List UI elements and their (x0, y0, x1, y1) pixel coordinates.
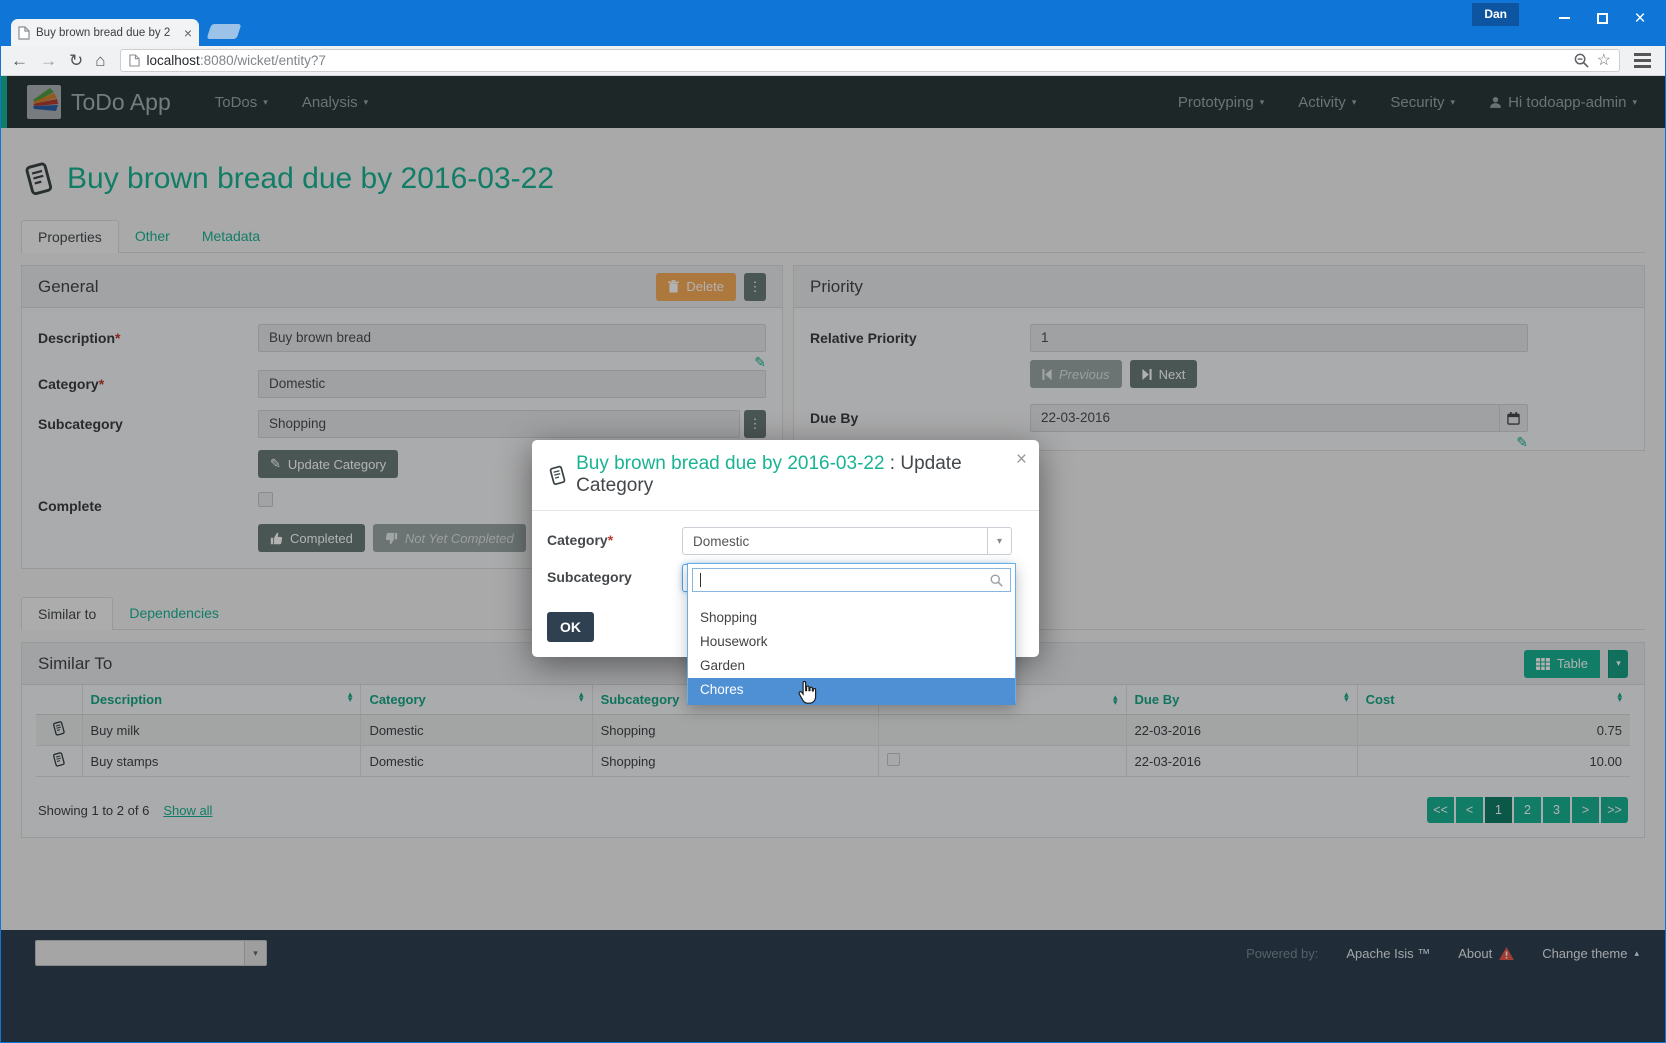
todo-item-icon (547, 465, 567, 486)
browser-window: Buy brown bread due by 2 × Dan × ← → ↻ ⌂… (0, 0, 1666, 1043)
modal-category-value: Domestic (683, 534, 987, 549)
text-cursor (700, 573, 701, 587)
maximize-icon (1597, 13, 1608, 24)
maximize-button[interactable] (1583, 5, 1621, 31)
minimize-icon (1559, 17, 1570, 19)
browser-toolbar: ← → ↻ ⌂ localhost:8080/wicket/entity?7 ☆ (1, 46, 1665, 76)
tab-close-icon[interactable]: × (184, 26, 192, 40)
back-icon[interactable]: ← (11, 52, 28, 69)
option-garden[interactable]: Garden (688, 654, 1015, 678)
modal-title: Buy brown bread due by 2016-03-22 : Upda… (576, 453, 1024, 497)
search-icon (990, 574, 1003, 587)
profile-badge[interactable]: Dan (1472, 3, 1519, 26)
page-viewport: ToDo App ToDos▾ Analysis▾ Prototyping▾ A… (1, 76, 1665, 1042)
page-favicon (18, 26, 30, 40)
new-tab-button[interactable] (207, 24, 242, 39)
menu-icon[interactable] (1634, 53, 1655, 68)
modal-category-select[interactable]: Domestic ▾ (682, 527, 1012, 555)
url-host: localhost (147, 53, 200, 68)
titlebar: Buy brown bread due by 2 × Dan × (1, 1, 1665, 46)
modal-category-label: Category* (547, 527, 682, 555)
option-shopping[interactable]: Shopping (688, 606, 1015, 630)
forward-icon[interactable]: → (40, 52, 57, 69)
home-icon[interactable]: ⌂ (95, 52, 105, 69)
close-icon: × (1634, 9, 1645, 28)
zoom-icon[interactable] (1574, 53, 1589, 68)
browser-tab[interactable]: Buy brown bread due by 2 × (11, 19, 199, 46)
dropdown-options: Shopping Housework Garden Chores (688, 606, 1015, 702)
close-button[interactable]: × (1621, 5, 1659, 31)
option-housework[interactable]: Housework (688, 630, 1015, 654)
option-chores[interactable]: Chores (688, 678, 1015, 702)
dropdown-search-input[interactable] (692, 568, 1011, 592)
caret-down-icon[interactable]: ▾ (987, 528, 1011, 554)
mouse-cursor (795, 681, 817, 705)
url-path: :8080/wicket/entity?7 (200, 53, 326, 68)
reload-icon[interactable]: ↻ (69, 52, 83, 69)
tab-title: Buy brown bread due by 2 (36, 27, 178, 39)
bookmark-star-icon[interactable]: ☆ (1597, 53, 1611, 69)
ok-button[interactable]: OK (547, 612, 594, 642)
modal-subcategory-label: Subcategory (547, 564, 682, 592)
page-icon (129, 54, 140, 67)
minimize-button[interactable] (1545, 5, 1583, 31)
modal-close-icon[interactable]: × (1016, 450, 1027, 469)
address-bar[interactable]: localhost:8080/wicket/entity?7 ☆ (120, 49, 1620, 72)
subcategory-dropdown: Shopping Housework Garden Chores (687, 563, 1016, 705)
